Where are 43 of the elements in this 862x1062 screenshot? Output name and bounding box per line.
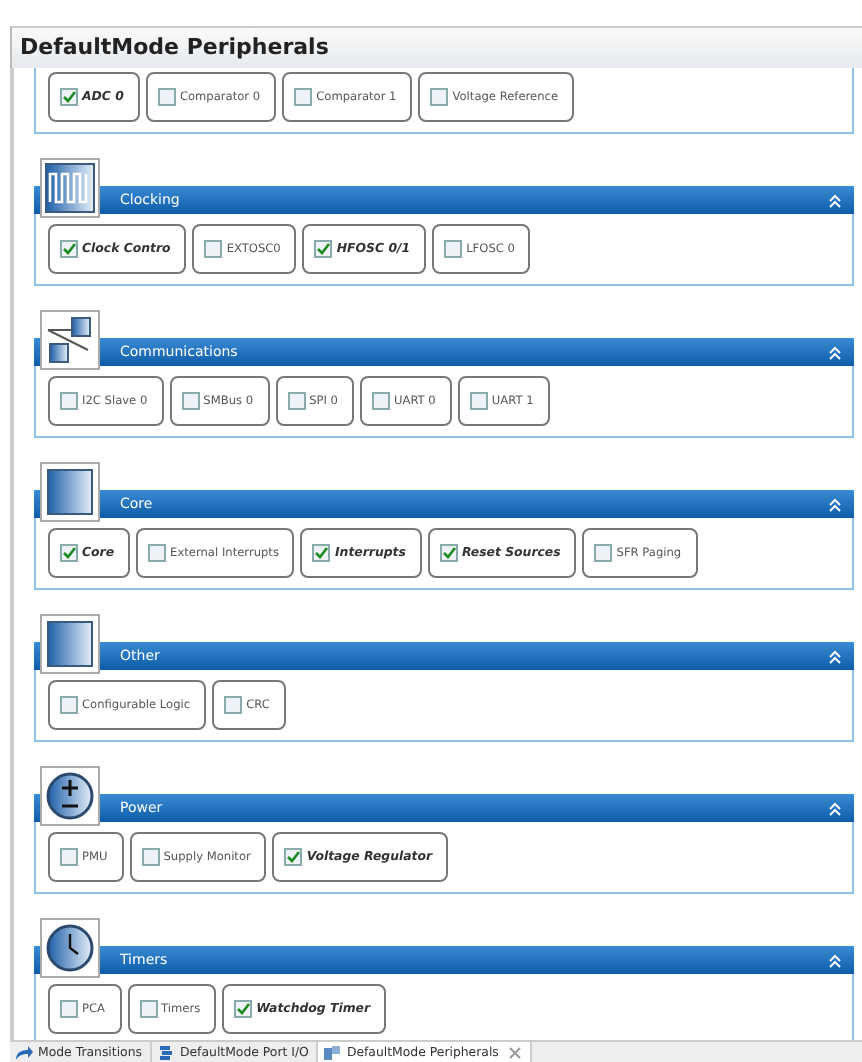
collapse-icon[interactable] bbox=[828, 193, 842, 207]
checkbox[interactable] bbox=[294, 88, 313, 106]
square-wave-icon bbox=[40, 158, 100, 218]
checkbox[interactable] bbox=[60, 544, 78, 562]
checkbox[interactable] bbox=[312, 544, 331, 562]
checkbox[interactable] bbox=[439, 544, 458, 562]
checkbox[interactable] bbox=[60, 696, 78, 714]
checkbox[interactable] bbox=[314, 240, 333, 258]
plus-minus-icon bbox=[40, 766, 100, 826]
checkbox[interactable] bbox=[139, 1000, 158, 1018]
checkbox[interactable] bbox=[60, 88, 78, 106]
clock-icon bbox=[40, 918, 100, 978]
collapse-icon[interactable] bbox=[828, 953, 842, 967]
close-icon[interactable] bbox=[508, 1045, 523, 1059]
checkbox[interactable] bbox=[371, 392, 390, 410]
collapse-icon[interactable] bbox=[828, 649, 842, 663]
squares-icon bbox=[322, 1043, 343, 1061]
connected-squares-icon bbox=[40, 310, 100, 370]
stacked-bars-icon bbox=[155, 1043, 176, 1061]
checkbox[interactable] bbox=[60, 1000, 78, 1018]
checkbox[interactable] bbox=[141, 848, 160, 866]
checkbox[interactable] bbox=[469, 392, 488, 410]
checkbox[interactable] bbox=[284, 848, 303, 866]
curved-arrow-icon bbox=[14, 1043, 34, 1061]
checkbox[interactable] bbox=[444, 240, 463, 258]
window-title: DefaultMode Peripherals bbox=[10, 26, 862, 68]
collapse-icon[interactable] bbox=[828, 345, 842, 359]
checkbox[interactable] bbox=[430, 88, 449, 106]
collapse-icon[interactable] bbox=[828, 801, 842, 815]
checkbox[interactable] bbox=[224, 696, 243, 714]
checkbox[interactable] bbox=[60, 848, 78, 866]
checkbox[interactable] bbox=[60, 392, 78, 410]
square-icon bbox=[40, 462, 100, 522]
collapse-icon[interactable] bbox=[828, 497, 842, 511]
checkbox[interactable] bbox=[157, 88, 176, 106]
checkbox[interactable] bbox=[204, 240, 223, 258]
square-icon bbox=[40, 614, 100, 674]
checkbox[interactable] bbox=[60, 240, 78, 258]
checkbox[interactable] bbox=[148, 544, 167, 562]
checkbox[interactable] bbox=[287, 392, 306, 410]
checkbox[interactable] bbox=[594, 544, 613, 562]
checkbox[interactable] bbox=[234, 1000, 253, 1018]
checkbox[interactable] bbox=[181, 392, 200, 410]
